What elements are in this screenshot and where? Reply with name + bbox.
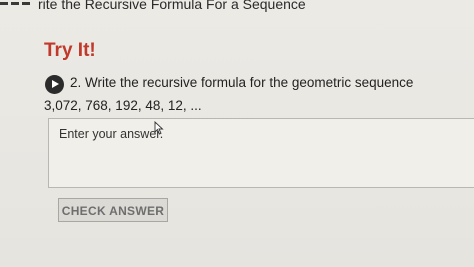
- mouse-cursor-icon: [154, 121, 164, 135]
- play-icon[interactable]: [45, 75, 64, 94]
- question-text: 2. Write the recursive formula for the g…: [70, 75, 414, 90]
- sequence-text: 3,072, 768, 192, 48, 12, ...: [44, 98, 202, 113]
- answer-input[interactable]: Enter your answer.: [48, 118, 474, 188]
- check-answer-button[interactable]: CHECK ANSWER: [58, 198, 168, 222]
- top-bar-marks: [0, 2, 30, 5]
- page: rite the Recursive Formula For a Sequenc…: [0, 0, 474, 267]
- try-it-heading: Try It!: [44, 40, 96, 61]
- top-bar: rite the Recursive Formula For a Sequenc…: [0, 0, 474, 16]
- lesson-title: rite the Recursive Formula For a Sequenc…: [38, 0, 306, 12]
- answer-placeholder: Enter your answer.: [59, 127, 164, 141]
